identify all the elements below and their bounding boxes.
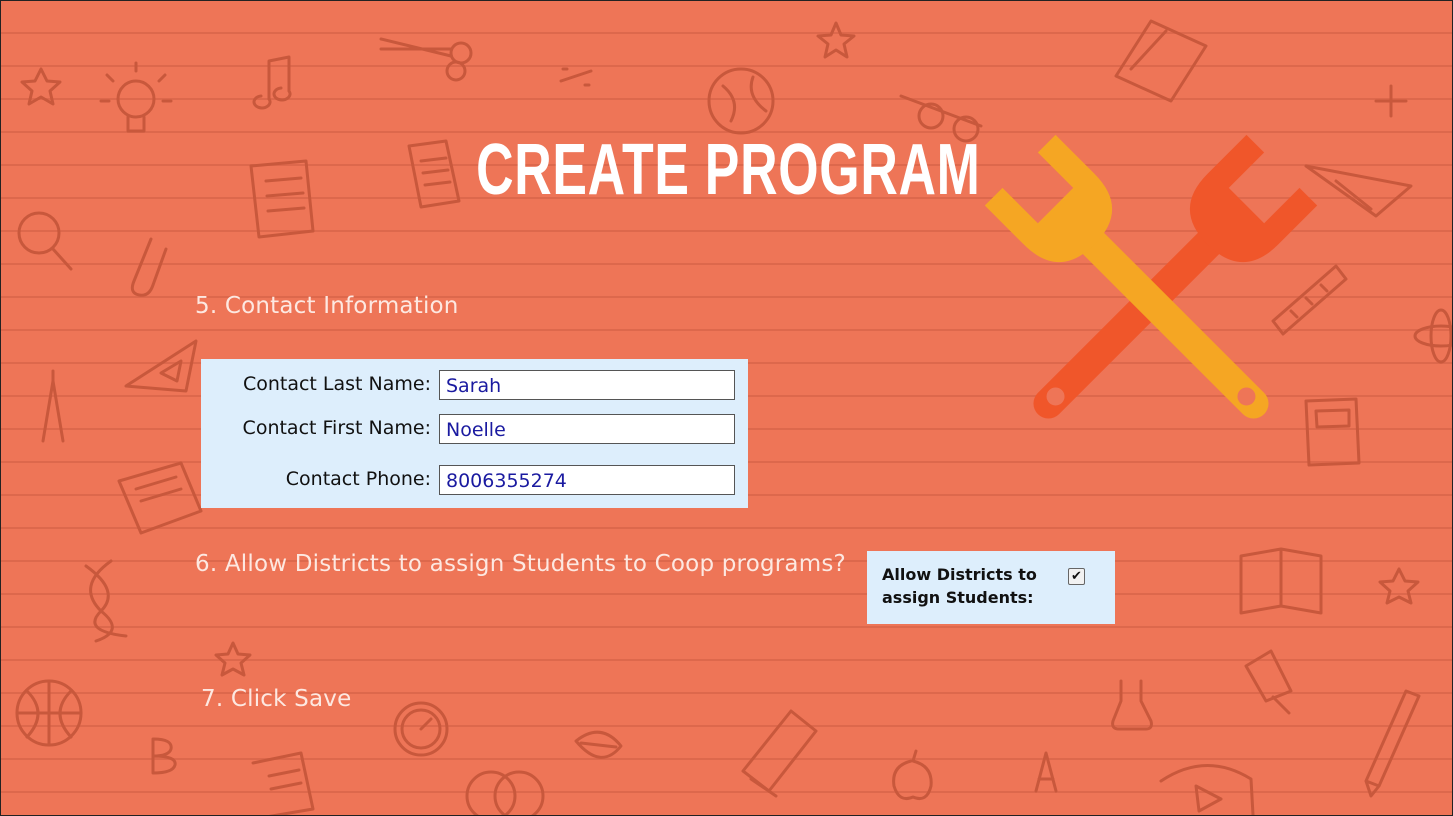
- contact-info-panel: Contact Last Name: Sarah Contact First N…: [201, 359, 748, 508]
- contact-phone-input[interactable]: 8006355274: [439, 465, 735, 495]
- allow-districts-checkbox[interactable]: ✔: [1068, 568, 1085, 585]
- allow-districts-label-line2: assign Students:: [882, 588, 1034, 607]
- step-6-heading: 6. Allow Districts to assign Students to…: [195, 551, 846, 577]
- apple-icon: [892, 749, 933, 801]
- lightbulb-icon: [99, 61, 173, 133]
- book-icon: [1239, 547, 1323, 615]
- contact-first-name-row: Contact First Name: Noelle: [201, 412, 748, 448]
- basketball-icon: [15, 679, 83, 747]
- star-icon: [214, 641, 252, 677]
- contact-phone-label: Contact Phone:: [285, 468, 431, 490]
- contact-first-name-input[interactable]: Noelle: [439, 414, 735, 444]
- contact-last-name-row: Contact Last Name: Sarah: [201, 368, 748, 404]
- newspaper-icon: [117, 461, 203, 535]
- circles-icon: [465, 770, 545, 815]
- letter-a-icon: [1034, 751, 1058, 793]
- contact-first-name-label: Contact First Name:: [242, 417, 431, 439]
- triangle-ruler-icon: [124, 339, 198, 393]
- music-note-icon: [252, 55, 292, 110]
- globe-icon: [707, 67, 775, 135]
- compass-icon: [41, 369, 65, 443]
- allow-districts-label-line1: Allow Districts to: [882, 565, 1037, 584]
- step-7-heading: 7. Click Save: [201, 686, 352, 712]
- letter-b-icon: [151, 737, 177, 775]
- plus-icon: [1374, 84, 1408, 118]
- notebook-icon: [1114, 19, 1208, 103]
- allow-districts-label: Allow Districts to assign Students:: [882, 563, 1062, 609]
- step-5-heading: 5. Contact Information: [195, 293, 459, 319]
- star-icon: [1378, 567, 1420, 605]
- contact-last-name-input[interactable]: Sarah: [439, 370, 735, 400]
- dna-icon: [84, 559, 128, 643]
- scissors-icon: [379, 37, 473, 82]
- book-icon: [741, 709, 818, 798]
- document-icon: [251, 751, 315, 815]
- clock-icon: [393, 701, 449, 757]
- atom-icon: [1413, 308, 1452, 364]
- star-icon: [20, 67, 62, 106]
- leaf-icon: [574, 730, 623, 759]
- magnifier-icon: [17, 211, 73, 271]
- slide: CREATE PROGRAM 5. Contact Information Co…: [0, 0, 1453, 816]
- contact-last-name-label: Contact Last Name:: [242, 373, 431, 395]
- star-icon: [816, 21, 856, 59]
- pencil-icon: [1364, 689, 1421, 798]
- allow-districts-panel: Allow Districts to assign Students: ✔: [867, 551, 1115, 624]
- flask-icon: [1111, 679, 1153, 731]
- percent-icon: [559, 67, 593, 87]
- wrench-icon: [984, 134, 1318, 419]
- paperclip-icon: [130, 237, 168, 297]
- contact-phone-row: Contact Phone: 8006355274: [201, 463, 748, 499]
- play-button-icon: [1159, 764, 1255, 815]
- pushpin-icon: [1244, 649, 1293, 715]
